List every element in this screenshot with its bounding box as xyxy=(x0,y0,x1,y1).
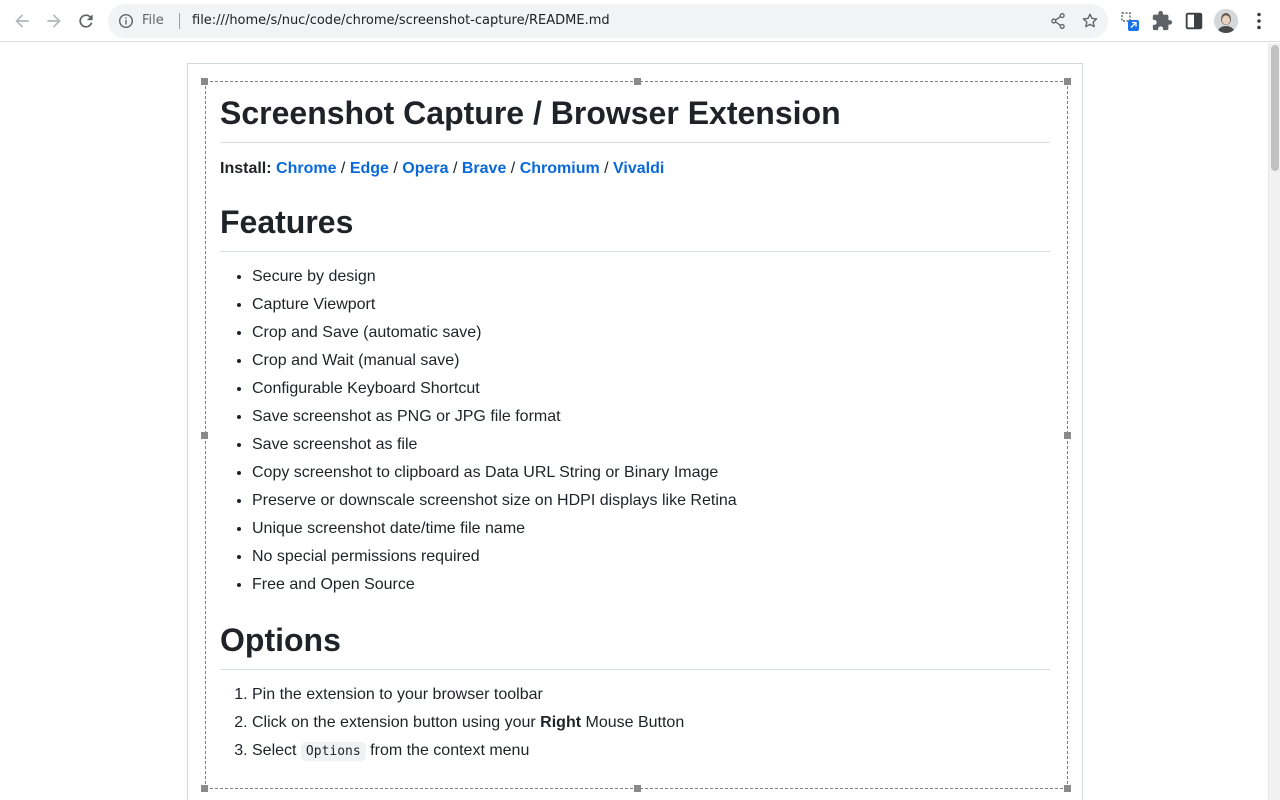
extensions-button[interactable] xyxy=(1151,10,1173,32)
reload-icon xyxy=(79,14,93,28)
install-link-brave[interactable]: Brave xyxy=(462,160,506,177)
step3-text: Select xyxy=(252,742,301,759)
list-item: Select Options from the context menu xyxy=(252,741,1050,762)
side-panel-button[interactable] xyxy=(1183,10,1205,32)
crop-handle-left[interactable] xyxy=(201,432,208,439)
more-icon xyxy=(1257,12,1261,30)
more-menu-button[interactable] xyxy=(1248,10,1270,32)
step2-text-end: Mouse Button xyxy=(581,714,685,731)
back-button[interactable] xyxy=(6,5,38,37)
list-item: Save screenshot as file xyxy=(252,435,1050,455)
crop-handle-top-right[interactable] xyxy=(1064,78,1071,85)
list-item: Unique screenshot date/time file name xyxy=(252,519,1050,539)
link-separator: / xyxy=(599,160,614,177)
list-item: Configurable Keyboard Shortcut xyxy=(252,379,1050,399)
list-item: Save screenshot as PNG or JPG file forma… xyxy=(252,407,1050,427)
profile-photo-icon xyxy=(1214,9,1238,33)
step2-bold: Right xyxy=(540,714,582,731)
options-steps: Pin the extension to your browser toolba… xyxy=(220,685,1050,762)
markdown-body: Screenshot Capture / Browser Extension I… xyxy=(220,90,1050,770)
install-link-vivaldi[interactable]: Vivaldi xyxy=(613,160,664,177)
link-separator: / xyxy=(388,160,403,177)
step3-text-end: from the context menu xyxy=(365,742,530,759)
list-item: Preserve or downscale screenshot size on… xyxy=(252,491,1050,511)
star-icon[interactable] xyxy=(1080,11,1100,31)
page-title: Screenshot Capture / Browser Extension xyxy=(220,90,1050,143)
crop-handle-bottom-right[interactable] xyxy=(1064,785,1071,792)
list-item: Copy screenshot to clipboard as Data URL… xyxy=(252,463,1050,483)
install-link-chrome[interactable]: Chrome xyxy=(276,160,336,177)
install-link-edge[interactable]: Edge xyxy=(350,160,389,177)
install-line: Install: Chrome / Edge / Opera / Brave /… xyxy=(220,157,1050,181)
list-item: Free and Open Source xyxy=(252,575,1050,595)
scrollbar-thumb[interactable] xyxy=(1271,45,1279,171)
scheme-label: File xyxy=(142,13,164,28)
omnibox-separator xyxy=(179,13,180,29)
list-item: Crop and Save (automatic save) xyxy=(252,323,1050,343)
inline-code-options: Options xyxy=(300,742,366,761)
avatar[interactable] xyxy=(1214,9,1238,33)
screenshot-extension-button[interactable] xyxy=(1118,10,1140,32)
list-item: No special permissions required xyxy=(252,547,1050,567)
list-item: Secure by design xyxy=(252,267,1050,287)
crop-handle-right[interactable] xyxy=(1064,432,1071,439)
address-bar[interactable]: File file:///home/s/nuc/code/chrome/scre… xyxy=(108,4,1108,38)
page-scrollbar[interactable] xyxy=(1268,43,1280,800)
features-heading: Features xyxy=(220,199,1050,252)
step2-text: Click on the extension button using your xyxy=(252,714,541,731)
browser-toolbar: File file:///home/s/nuc/code/chrome/scre… xyxy=(0,0,1280,42)
crop-handle-top-left[interactable] xyxy=(201,78,208,85)
crop-handle-top[interactable] xyxy=(634,78,641,85)
link-separator: / xyxy=(336,160,350,177)
link-separator: / xyxy=(448,160,462,177)
features-list: Secure by design Capture Viewport Crop a… xyxy=(220,267,1050,595)
list-item: Capture Viewport xyxy=(252,295,1050,315)
forward-button[interactable] xyxy=(38,5,70,37)
url-text[interactable]: file:///home/s/nuc/code/chrome/screensho… xyxy=(192,13,610,29)
puzzle-icon xyxy=(1152,10,1173,31)
install-link-opera[interactable]: Opera xyxy=(402,160,448,177)
options-heading: Options xyxy=(220,617,1050,670)
side-panel-icon xyxy=(1185,12,1203,30)
list-item: Crop and Wait (manual save) xyxy=(252,351,1050,371)
reload-button[interactable] xyxy=(70,5,102,37)
list-item: Click on the extension button using your… xyxy=(252,713,1050,733)
crop-handle-bottom[interactable] xyxy=(634,785,641,792)
link-separator: / xyxy=(506,160,520,177)
screenshot-extension-icon xyxy=(1121,12,1139,31)
crop-handle-bottom-left[interactable] xyxy=(201,785,208,792)
list-item: Pin the extension to your browser toolba… xyxy=(252,685,1050,705)
install-label: Install: xyxy=(220,160,272,177)
info-icon[interactable] xyxy=(118,13,134,29)
share-icon[interactable] xyxy=(1048,11,1068,31)
back-icon xyxy=(15,14,29,28)
install-link-chromium[interactable]: Chromium xyxy=(520,160,600,177)
forward-icon xyxy=(47,14,61,28)
